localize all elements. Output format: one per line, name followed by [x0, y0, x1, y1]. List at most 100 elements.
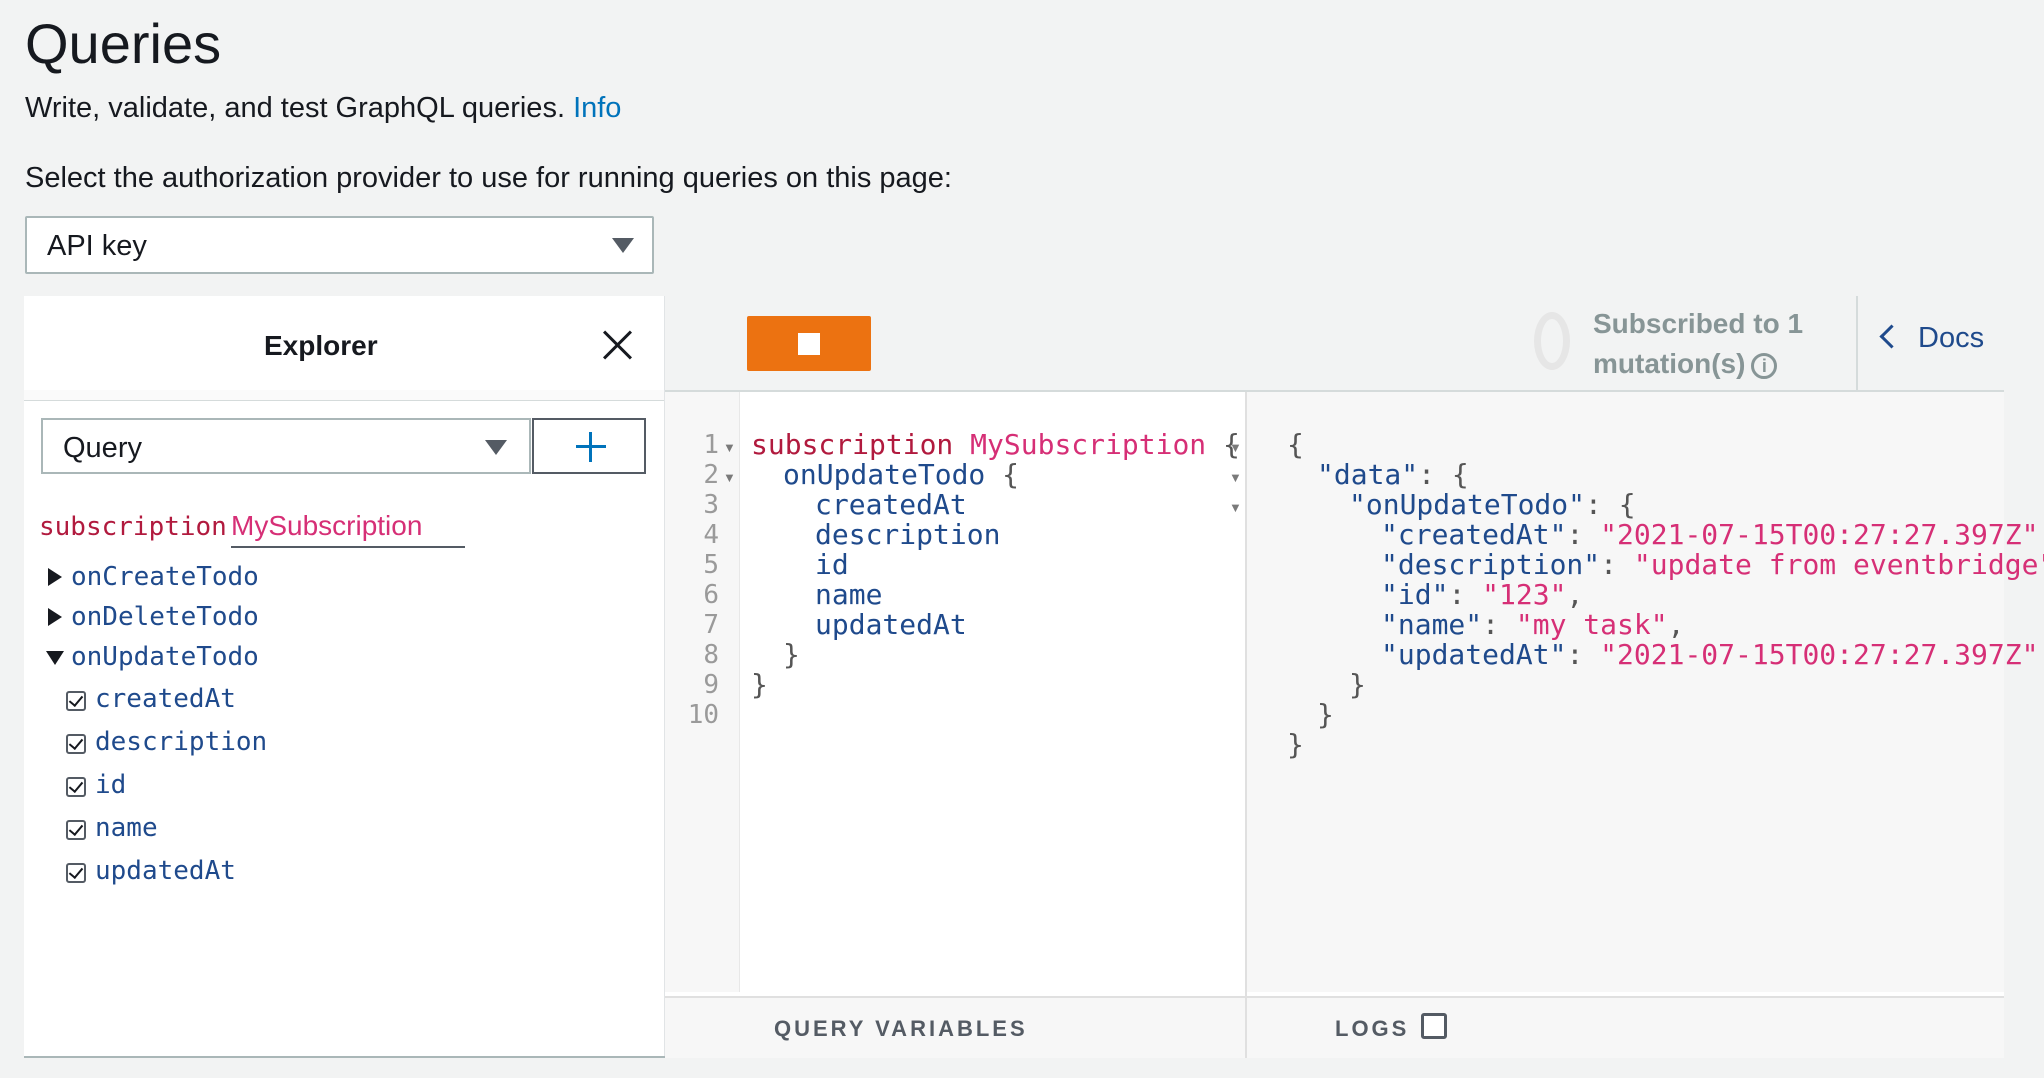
json-colon: :	[1585, 488, 1619, 521]
json-colon: :	[1418, 458, 1452, 491]
line-number: 2	[703, 460, 719, 490]
docs-button[interactable]: Docs	[1879, 322, 1985, 355]
field-item[interactable]: description	[95, 727, 267, 757]
logs-tab[interactable]: LOGS	[1335, 1016, 1409, 1042]
json-value: "2021-07-15T00:27:27.397Z"	[1600, 638, 2039, 671]
json-brace: {	[1451, 458, 1469, 491]
json-line: "description": "update from eventbridge"…	[1381, 548, 2044, 581]
code-field: name	[815, 578, 883, 611]
checkbox-checked-icon[interactable]	[66, 777, 86, 797]
line-number: 7	[703, 610, 719, 640]
field-item[interactable]: id	[95, 770, 126, 800]
json-key: "name"	[1381, 608, 1483, 641]
line-number: 4	[703, 520, 719, 550]
fold-arrow-icon[interactable]: ▼	[723, 470, 736, 485]
json-colon: :	[1566, 638, 1601, 671]
operation-name-input[interactable]: MySubscription	[231, 510, 465, 548]
docs-label: Docs	[1918, 322, 1985, 354]
bottom-bar: QUERY VARIABLES LOGS	[665, 996, 2004, 1058]
json-line: "updatedAt": "2021-07-15T00:27:27.397Z"	[1381, 638, 2038, 671]
json-brace: }	[1317, 698, 1334, 731]
tree-item-ondeletetodo[interactable]: onDeleteTodo	[71, 602, 259, 632]
code-keyword: subscription	[751, 428, 954, 461]
code-brace: }	[783, 638, 800, 671]
info-link[interactable]: Info	[573, 92, 621, 124]
json-colon: :	[1566, 518, 1601, 551]
json-brace: }	[1287, 728, 1304, 761]
operation-type-value: Query	[63, 432, 142, 464]
json-key: "createdAt"	[1381, 518, 1567, 551]
subscription-status-line2-wrap: mutation(s) i	[1593, 344, 1813, 384]
code-line: onUpdateTodo {	[783, 458, 1019, 491]
result-viewer: ▼ ▼ ▼ { "data": { "onUpdateTodo": { "cre…	[1229, 392, 2044, 992]
explorer-pane: Explorer Query subscription MySubscripti…	[24, 296, 665, 1056]
fold-arrow-icon[interactable]: ▼	[1229, 500, 1242, 515]
json-colon: :	[1600, 548, 1634, 581]
field-item[interactable]: createdAt	[95, 684, 236, 714]
page-title: Queries	[25, 12, 222, 75]
code-line: subscription MySubscription {	[751, 428, 1240, 461]
collapse-arrow-icon[interactable]	[46, 651, 64, 665]
line-number: 10	[687, 700, 719, 730]
fold-arrow-icon[interactable]: ▼	[723, 440, 736, 455]
code-field: createdAt	[815, 488, 967, 521]
json-key: "id"	[1381, 578, 1449, 611]
query-editor[interactable]: 1 2 3 4 5 6 7 8 9 10 ▼ ▼ subscription My…	[665, 392, 1245, 992]
json-colon: :	[1448, 578, 1483, 611]
checkbox-checked-icon[interactable]	[66, 863, 86, 883]
json-comma: ,	[1667, 608, 1685, 641]
expand-arrow-icon[interactable]	[48, 568, 62, 586]
tree-item-onupdatetodo[interactable]: onUpdateTodo	[71, 642, 259, 672]
checkbox-checked-icon[interactable]	[66, 734, 86, 754]
divider	[1856, 296, 1858, 390]
caret-down-icon	[485, 440, 507, 455]
divider	[24, 390, 664, 401]
checkbox-checked-icon[interactable]	[66, 691, 86, 711]
tree-item-oncreatetodo[interactable]: onCreateTodo	[71, 562, 259, 592]
editor-toolbar: Subscribed to 1 mutation(s) i Docs	[665, 296, 2004, 392]
divider	[1245, 998, 1247, 1058]
close-icon[interactable]	[602, 330, 632, 360]
spinner-icon	[1534, 312, 1570, 370]
line-number: 8	[703, 640, 719, 670]
fold-arrow-icon[interactable]: ▼	[1229, 440, 1242, 455]
json-key: "description"	[1381, 548, 1601, 581]
code-field: updatedAt	[815, 608, 967, 641]
code-op-name: MySubscription	[970, 428, 1207, 461]
subscription-status-line2: mutation(s)	[1593, 348, 1746, 379]
line-number: 9	[703, 670, 719, 700]
expand-arrow-icon[interactable]	[48, 608, 62, 626]
fold-arrow-icon[interactable]: ▼	[1229, 470, 1242, 485]
operation-keyword: subscription	[39, 512, 227, 542]
json-key: "data"	[1317, 458, 1419, 491]
stop-button[interactable]	[747, 316, 871, 371]
json-line: "onUpdateTodo": {	[1349, 488, 1636, 521]
code-field: id	[815, 548, 849, 581]
json-line: "id": "123",	[1381, 578, 1583, 611]
json-brace: {	[1618, 488, 1636, 521]
code-field: onUpdateTodo	[783, 458, 986, 491]
field-item[interactable]: updatedAt	[95, 856, 236, 886]
json-value: "my task"	[1515, 608, 1668, 641]
line-gutter: 1 2 3 4 5 6 7 8 9 10 ▼ ▼	[665, 392, 740, 992]
auth-provider-select[interactable]: API key	[25, 216, 654, 274]
logs-checkbox[interactable]	[1421, 1013, 1447, 1039]
field-item[interactable]: name	[95, 813, 158, 843]
line-number: 5	[703, 550, 719, 580]
explorer-header: Explorer	[24, 296, 664, 392]
query-variables-tab[interactable]: QUERY VARIABLES	[774, 1016, 1028, 1042]
json-value: "2021-07-15T00:27:27.397Z"	[1600, 518, 2039, 551]
json-line: "data": {	[1317, 458, 1469, 491]
subscription-status: Subscribed to 1 mutation(s) i	[1593, 304, 1813, 384]
page-description-text: Write, validate, and test GraphQL querie…	[25, 92, 565, 124]
graphiql-panel: Explorer Query subscription MySubscripti…	[24, 296, 2044, 1058]
code-brace: {	[1002, 458, 1020, 491]
json-comma: ,	[1566, 578, 1584, 611]
operation-type-select[interactable]: Query	[41, 418, 531, 474]
json-brace: {	[1287, 428, 1304, 461]
add-operation-button[interactable]	[532, 418, 646, 474]
checkbox-checked-icon[interactable]	[66, 820, 86, 840]
caret-down-icon	[612, 238, 634, 253]
info-icon[interactable]: i	[1751, 352, 1778, 379]
json-value: "123"	[1482, 578, 1567, 611]
